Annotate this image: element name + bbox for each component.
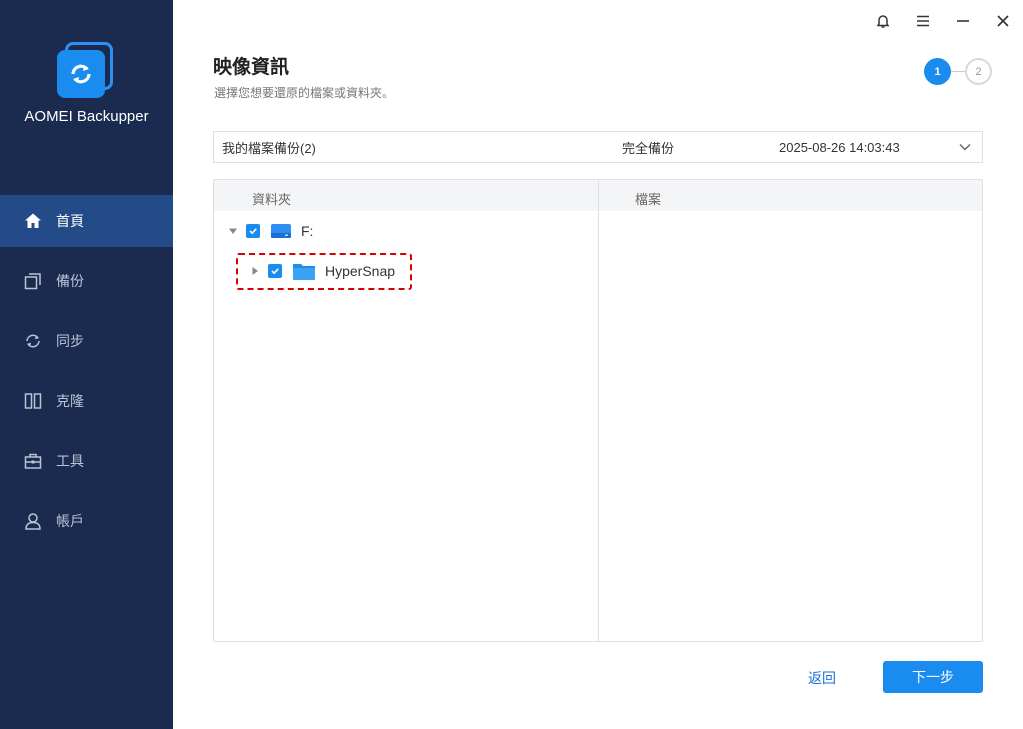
folder-icon: [292, 261, 316, 281]
step-current: 1: [924, 58, 951, 85]
files-column-header: 檔案: [635, 192, 662, 207]
back-button[interactable]: 返回: [808, 668, 836, 688]
user-icon: [24, 512, 42, 530]
step-next: 2: [965, 58, 992, 85]
sidebar-item-label: 工具: [56, 453, 84, 469]
sidebar-item-label: 帳戶: [56, 513, 84, 529]
sidebar-item-account[interactable]: 帳戶: [0, 495, 173, 547]
page-subtitle: 選擇您想要還原的檔案或資料夾。: [214, 86, 395, 100]
tree-item-folder[interactable]: HyperSnap: [248, 259, 395, 283]
sidebar-item-home[interactable]: 首頁: [0, 195, 173, 247]
sidebar-item-clone[interactable]: 克隆: [0, 375, 173, 427]
checkbox-checked[interactable]: [268, 264, 282, 278]
folder-column-header: 資料夾: [252, 192, 292, 207]
sidebar-item-backup[interactable]: 備份: [0, 255, 173, 307]
tree-item-drive[interactable]: F:: [226, 219, 313, 243]
sync-logo-icon: [71, 64, 91, 84]
bell-icon[interactable]: [863, 8, 903, 34]
toolbox-icon: [24, 452, 42, 470]
sidebar-item-tools[interactable]: 工具: [0, 435, 173, 487]
backup-type: 完全備份: [622, 140, 675, 156]
close-icon[interactable]: [983, 8, 1023, 34]
checkbox-checked[interactable]: [246, 224, 260, 238]
app-name: AOMEI Backupper: [24, 108, 149, 125]
sidebar-nav: 首頁 備份 同步 克隆 工具 帳戶: [0, 195, 173, 555]
backup-selector[interactable]: 我的檔案備份(2) 完全備份 2025-08-26 14:03:43: [213, 131, 983, 163]
drive-icon: [270, 222, 292, 240]
chevron-down-icon[interactable]: [958, 140, 972, 157]
sidebar-item-sync[interactable]: 同步: [0, 315, 173, 367]
sync-icon: [24, 332, 42, 350]
app-logo: [57, 42, 113, 98]
tree-item-label: F:: [301, 223, 314, 239]
sidebar-item-label: 同步: [56, 333, 84, 349]
home-icon: [24, 212, 42, 230]
tree-item-label: HyperSnap: [325, 263, 396, 279]
menu-icon[interactable]: [903, 8, 943, 34]
minimize-icon[interactable]: [943, 8, 983, 34]
clone-icon: [24, 392, 42, 410]
sidebar: AOMEI Backupper 首頁 備份 同步 克隆 工具 帳戶: [0, 0, 173, 729]
file-browser-panel: 資料夾 檔案 F: HyperSnap: [213, 179, 983, 642]
backup-icon: [24, 272, 42, 290]
step-connector: [951, 71, 965, 72]
sidebar-item-label: 克隆: [56, 393, 84, 409]
collapsed-arrow-icon[interactable]: [248, 264, 262, 278]
expanded-arrow-icon[interactable]: [226, 224, 240, 238]
sidebar-item-label: 首頁: [56, 213, 84, 229]
backup-name: 我的檔案備份(2): [222, 140, 316, 156]
column-divider: [598, 180, 599, 641]
sidebar-item-label: 備份: [56, 273, 84, 289]
next-button[interactable]: 下一步: [883, 661, 983, 693]
step-indicator: 1 2: [924, 58, 992, 85]
window-controls: [863, 8, 1023, 34]
page-title: 映像資訊: [213, 57, 290, 78]
backup-date: 2025-08-26 14:03:43: [779, 139, 900, 155]
